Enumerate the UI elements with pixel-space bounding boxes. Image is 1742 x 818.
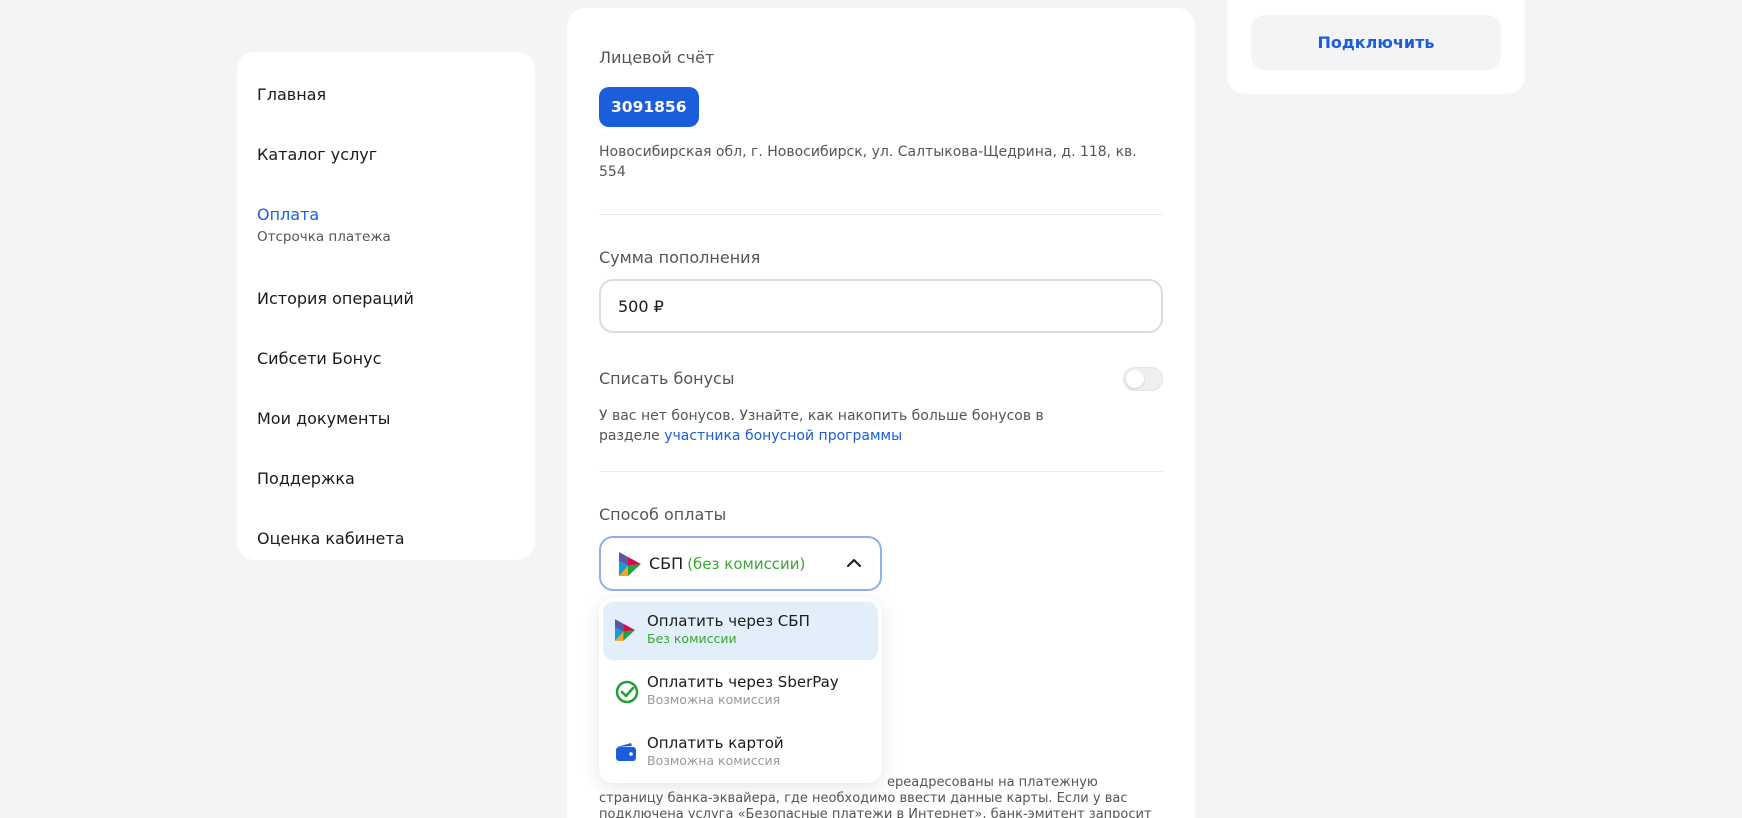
selected-method-note: (без комиссии) [687,554,806,573]
divider [599,214,1163,215]
sidebar-subitem-deferred-payment[interactable]: Отсрочка платежа [257,228,535,246]
bonus-label: Списать бонусы [599,369,735,388]
sidebar-item-catalog[interactable]: Каталог услуг [237,132,535,192]
payment-option-sbp[interactable]: Оплатить через СБП Без комиссии [603,602,878,660]
payment-option-subtitle: Возможна комиссия [647,692,781,707]
payment-option-sberpay[interactable]: Оплатить через SberPay Возможна комиссия [603,663,878,721]
account-address: Новосибирская обл, г. Новосибирск, ул. С… [599,144,1137,180]
payment-option-subtitle: Без комиссии [647,631,737,646]
payment-option-title: Оплатить картой [647,734,784,752]
payment-method-select[interactable]: СБП (без комиссии) [599,536,882,591]
payment-option-subtitle: Возможна комиссия [647,753,781,768]
sidebar-item-payment-label: Оплата [257,205,320,224]
autopay-card: Подключить [1227,0,1525,94]
bonus-program-link[interactable]: участника бонусной программы [664,428,902,444]
sidebar-item-bonus[interactable]: Сибсети Бонус [237,336,535,396]
divider [599,471,1163,472]
toggle-knob [1126,370,1144,388]
payment-method-dropdown: Оплатить через СБП Без комиссии Оплатить… [599,598,882,783]
amount-label: Сумма пополнения [599,248,761,267]
sidebar-item-support[interactable]: Поддержка [237,456,535,516]
sidebar-item-rating[interactable]: Оценка кабинета [237,516,535,576]
bonus-toggle[interactable] [1123,367,1163,391]
sidebar-nav: Главная Каталог услуг Оплата Отсрочка пл… [237,52,535,560]
sidebar-item-payment[interactable]: Оплата Отсрочка платежа [237,192,535,276]
payment-form-card: Лицевой счёт 3091856 Новосибирская обл, … [567,8,1195,818]
card-wallet-icon [616,743,636,761]
payment-method-label: Способ оплаты [599,505,727,524]
selected-method-name: СБП [649,554,684,573]
bonus-info-text: У вас нет бонусов. Узнайте, как накопить… [599,406,1059,446]
sbp-icon [615,619,635,641]
sidebar-item-documents[interactable]: Мои документы [237,396,535,456]
sidebar-item-history[interactable]: История операций [237,276,535,336]
payment-info-text: ереадресованы на платежную страницу банк… [599,775,1152,818]
payment-option-title: Оплатить через SberPay [647,673,839,691]
amount-input[interactable] [599,279,1163,333]
payment-option-card[interactable]: Оплатить картой Возможна комиссия [603,724,878,782]
sidebar-item-home[interactable]: Главная [237,72,535,132]
connect-button[interactable]: Подключить [1251,15,1501,70]
sberpay-icon [615,680,639,704]
chevron-up-icon [847,559,861,567]
account-number-badge[interactable]: 3091856 [599,87,699,127]
payment-option-title: Оплатить через СБП [647,612,810,630]
account-label: Лицевой счёт [599,48,715,67]
sbp-icon [619,551,641,576]
